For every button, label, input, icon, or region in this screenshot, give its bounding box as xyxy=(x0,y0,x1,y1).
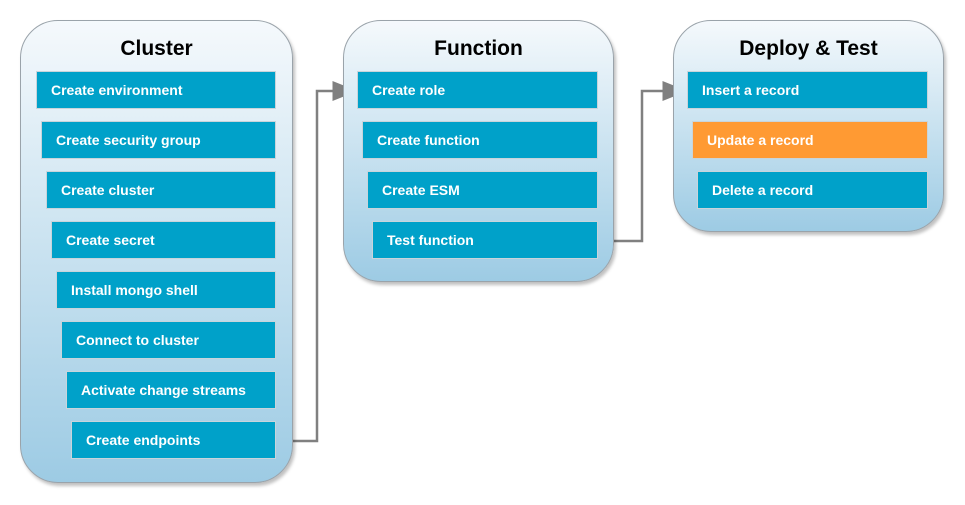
step-create-role[interactable]: Create role xyxy=(357,71,598,109)
step-test-function[interactable]: Test function xyxy=(372,221,598,259)
step-create-secret[interactable]: Create secret xyxy=(51,221,276,259)
step-insert-record[interactable]: Insert a record xyxy=(687,71,928,109)
step-create-environment[interactable]: Create environment xyxy=(36,71,276,109)
group-title: Deploy & Test xyxy=(739,37,878,60)
step-create-esm[interactable]: Create ESM xyxy=(367,171,598,209)
step-install-mongo-shell[interactable]: Install mongo shell xyxy=(56,271,276,309)
step-delete-record[interactable]: Delete a record xyxy=(697,171,928,209)
step-update-record[interactable]: Update a record xyxy=(692,121,928,159)
step-connect-to-cluster[interactable]: Connect to cluster xyxy=(61,321,276,359)
step-create-cluster[interactable]: Create cluster xyxy=(46,171,276,209)
group-title: Cluster xyxy=(120,37,193,60)
group-title: Function xyxy=(434,37,523,60)
step-activate-change-streams[interactable]: Activate change streams xyxy=(66,371,276,409)
step-create-security-group[interactable]: Create security group xyxy=(41,121,276,159)
step-create-endpoints[interactable]: Create endpoints xyxy=(71,421,276,459)
step-create-function[interactable]: Create function xyxy=(362,121,598,159)
